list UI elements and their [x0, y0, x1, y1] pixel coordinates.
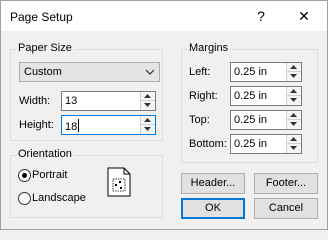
portrait-page-icon	[107, 167, 131, 197]
chevron-up-icon	[290, 89, 297, 93]
top-margin-increment-button[interactable]	[287, 111, 301, 120]
width-label: Width:	[19, 95, 51, 107]
bottom-margin-label: Bottom:	[189, 138, 227, 150]
right-margin-spinbox[interactable]: 0.25 in	[230, 86, 302, 106]
chevron-down-icon	[290, 98, 297, 102]
landscape-radio[interactable]	[18, 192, 31, 205]
landscape-label[interactable]: Landscape	[32, 192, 86, 204]
height-value-wrap: 18	[65, 119, 80, 133]
dialog-title: Page Setup	[10, 10, 73, 24]
orientation-group: Orientation	[10, 148, 163, 218]
bottom-margin-decrement-button[interactable]	[287, 144, 301, 153]
footer-button[interactable]: Footer...	[254, 173, 318, 194]
text-caret	[78, 119, 80, 132]
chevron-down-icon	[290, 122, 297, 126]
width-decrement-button[interactable]	[141, 101, 155, 110]
paper-size-group-label: Paper Size	[16, 42, 74, 54]
page-setup-dialog: Page Setup ? ✕ Paper Size Custom Width: …	[0, 0, 328, 230]
help-button[interactable]: ?	[244, 5, 278, 27]
chevron-up-icon	[290, 137, 297, 141]
chevron-down-icon	[144, 127, 151, 131]
right-margin-decrement-button[interactable]	[287, 96, 301, 105]
portrait-radio[interactable]	[18, 169, 31, 182]
ok-button[interactable]: OK	[181, 198, 245, 219]
chevron-down-icon	[290, 146, 297, 150]
title-bar: Page Setup ? ✕	[1, 1, 327, 31]
left-margin-increment-button[interactable]	[287, 63, 301, 72]
margins-group-label: Margins	[187, 42, 231, 54]
height-increment-button[interactable]	[141, 116, 155, 125]
orientation-group-label: Orientation	[16, 148, 74, 160]
bottom-margin-spinbox[interactable]: 0.25 in	[230, 134, 302, 154]
chevron-up-icon	[144, 118, 151, 122]
top-margin-spinbox[interactable]: 0.25 in	[230, 110, 302, 130]
paper-size-select[interactable]: Custom	[19, 62, 160, 82]
height-spinbox[interactable]: 18	[61, 115, 156, 135]
height-label: Height:	[19, 119, 54, 131]
left-margin-value: 0.25 in	[234, 66, 268, 78]
height-value: 18	[65, 121, 78, 133]
chevron-up-icon	[290, 113, 297, 117]
paper-size-value: Custom	[24, 66, 62, 78]
right-margin-increment-button[interactable]	[287, 87, 301, 96]
left-margin-label: Left:	[189, 66, 211, 78]
chevron-down-icon	[145, 69, 155, 75]
bottom-margin-value: 0.25 in	[234, 138, 268, 150]
width-value: 13	[65, 95, 78, 107]
close-button[interactable]: ✕	[287, 5, 321, 27]
chevron-up-icon	[290, 65, 297, 69]
header-button[interactable]: Header...	[181, 173, 245, 194]
chevron-up-icon	[144, 94, 151, 98]
height-decrement-button[interactable]	[141, 125, 155, 134]
cancel-button[interactable]: Cancel	[254, 198, 318, 219]
top-margin-value: 0.25 in	[234, 114, 268, 126]
top-margin-label: Top:	[189, 114, 210, 126]
chevron-down-icon	[144, 103, 151, 107]
top-margin-decrement-button[interactable]	[287, 120, 301, 129]
width-spinbox[interactable]: 13	[61, 91, 156, 111]
right-margin-value: 0.25 in	[234, 90, 268, 102]
left-margin-decrement-button[interactable]	[287, 72, 301, 81]
width-increment-button[interactable]	[141, 92, 155, 101]
portrait-label[interactable]: Portrait	[32, 169, 67, 181]
chevron-down-icon	[290, 74, 297, 78]
bottom-margin-increment-button[interactable]	[287, 135, 301, 144]
left-margin-spinbox[interactable]: 0.25 in	[230, 62, 302, 82]
right-margin-label: Right:	[189, 90, 218, 102]
